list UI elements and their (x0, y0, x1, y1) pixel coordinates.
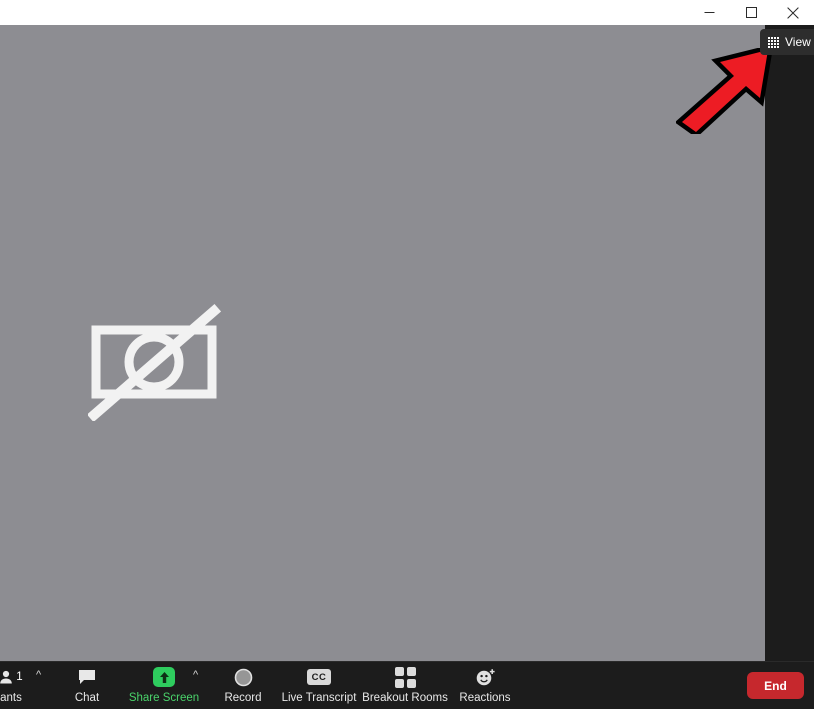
window-titlebar (0, 0, 814, 25)
chat-bubble-icon (78, 666, 96, 688)
end-meeting-button[interactable]: End (747, 672, 804, 699)
view-button[interactable]: View (760, 29, 814, 55)
cc-box-label: CC (307, 669, 331, 685)
share-screen-icon (153, 666, 175, 688)
close-button[interactable] (772, 0, 814, 25)
closed-caption-icon: CC (307, 666, 331, 688)
toolbar-label-share-screen: Share Screen (128, 692, 200, 704)
participants-count: 1 (16, 670, 23, 683)
share-screen-caret-icon[interactable]: ^ (193, 670, 198, 681)
record-circle-icon (234, 666, 253, 688)
maximize-icon (745, 7, 757, 18)
toolbar-item-chat[interactable]: Chat (44, 666, 130, 705)
participants-icon: 1 (0, 666, 23, 688)
meeting-toolbar: 1 ants ^ Chat Share Screen ^ Record CC L… (0, 661, 814, 709)
toolbar-label-participants: ants (0, 692, 22, 704)
breakout-rooms-grid-icon (394, 666, 416, 688)
close-icon (787, 6, 799, 19)
reactions-smiley-plus-icon (475, 666, 496, 688)
toolbar-item-live-transcript[interactable]: CC Live Transcript (276, 666, 362, 705)
toolbar-label-record: Record (224, 692, 262, 704)
participants-caret-icon[interactable]: ^ (36, 670, 41, 681)
toolbar-item-reactions[interactable]: Reactions (442, 666, 528, 705)
camera-off-icon (88, 303, 222, 421)
toolbar-label-reactions: Reactions (459, 692, 511, 704)
toolbar-label-live-transcript: Live Transcript (281, 692, 357, 704)
view-button-label: View (785, 35, 811, 49)
maximize-button[interactable] (730, 0, 772, 25)
toolbar-item-record[interactable]: Record (200, 666, 286, 705)
video-stage (0, 25, 765, 661)
toolbar-label-breakout-rooms: Breakout Rooms (362, 692, 448, 704)
toolbar-item-breakout-rooms[interactable]: Breakout Rooms (362, 666, 448, 705)
zoom-meeting-window: View 1 ants ^ Chat Share Screen ^ Record… (0, 0, 814, 709)
grid-view-icon (768, 36, 779, 48)
minimize-icon (704, 12, 714, 13)
toolbar-label-chat: Chat (74, 692, 100, 704)
minimize-button[interactable] (688, 0, 730, 25)
